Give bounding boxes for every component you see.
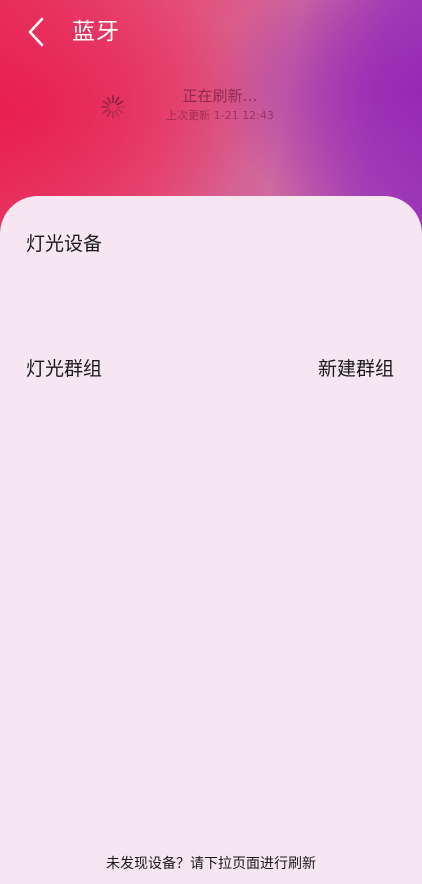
- content-panel: [0, 196, 422, 884]
- footer-hint: 未发现设备？请下拉页面进行刷新: [106, 856, 316, 872]
- refresh-status-text: 正在刷新…: [182, 87, 258, 105]
- pull-refresh-indicator: 正在刷新… 上次更新 1-21 12:43: [0, 86, 422, 136]
- bluetooth-page: 蓝牙 正在刷新… 上次更新 1-21 12:43 灯光设备 灯光群组 新建群组 …: [0, 0, 422, 884]
- back-button[interactable]: [20, 14, 56, 50]
- spinner-ray: [106, 96, 112, 104]
- section-title-groups: 灯光群组: [26, 358, 103, 380]
- spinner-ray: [114, 110, 120, 118]
- last-updated-text: 上次更新 1-21 12:43: [166, 109, 274, 122]
- spinner-ray: [116, 108, 124, 114]
- spinner-ray: [102, 108, 110, 114]
- chevron-left-icon: [20, 14, 56, 50]
- spinner-ray: [102, 100, 110, 106]
- spinner-ray: [116, 100, 124, 106]
- spinner-ray: [106, 110, 112, 118]
- page-title: 蓝牙: [72, 19, 120, 45]
- new-group-button[interactable]: 新建群组: [318, 356, 394, 382]
- spinner-ray: [114, 96, 120, 104]
- loading-spinner-icon: [100, 94, 126, 120]
- section-title-devices: 灯光设备: [26, 233, 103, 255]
